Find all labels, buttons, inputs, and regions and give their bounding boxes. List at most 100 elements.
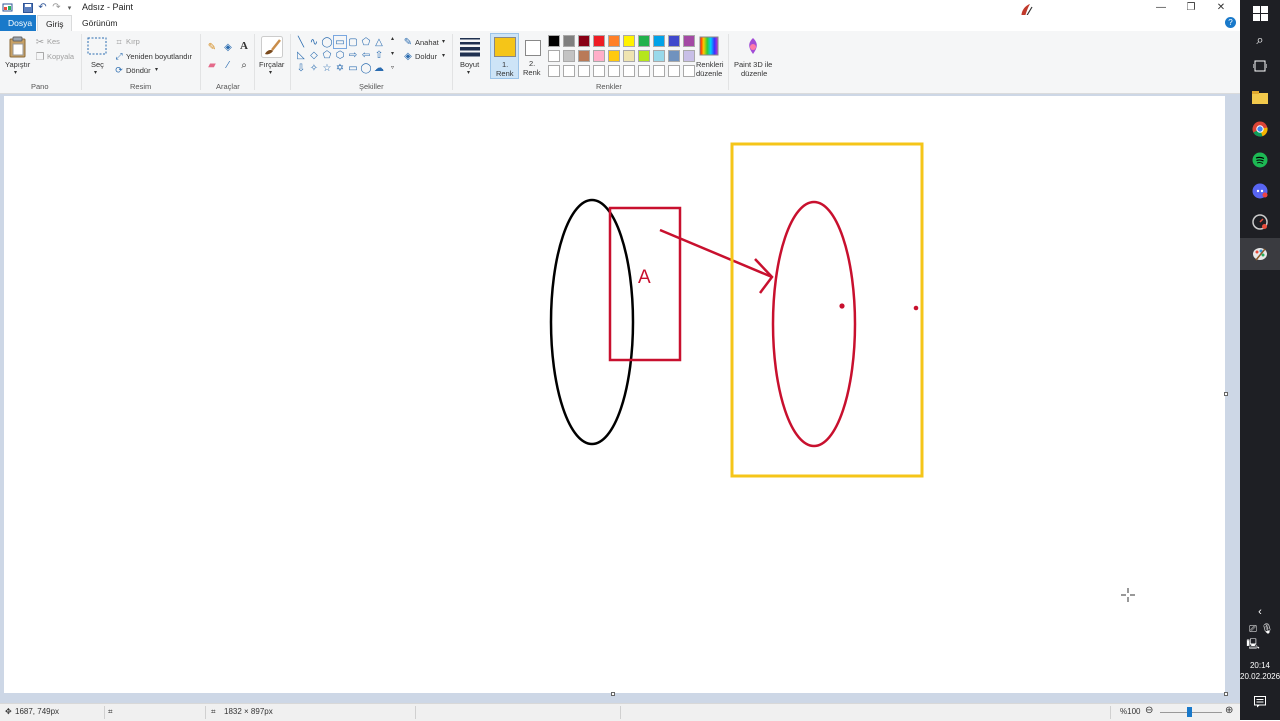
size-button-label[interactable]: Boyut <box>460 60 479 69</box>
shapes-scroll-up-icon[interactable]: ▴ <box>391 35 394 42</box>
rotate-icon[interactable]: ⟳ <box>113 64 125 76</box>
select-button-label[interactable]: Seç <box>91 60 104 69</box>
network-icon[interactable]: 🖳 <box>1243 635 1263 655</box>
palette-color-swatch[interactable] <box>578 50 590 62</box>
windows-start-icon[interactable] <box>1250 3 1270 23</box>
palette-color-swatch[interactable] <box>563 65 575 77</box>
save-icon[interactable] <box>22 2 33 13</box>
palette-color-swatch[interactable] <box>683 65 695 77</box>
palette-color-swatch[interactable] <box>638 50 650 62</box>
palette-color-swatch[interactable] <box>608 50 620 62</box>
chrome-icon[interactable] <box>1250 119 1270 139</box>
right-arrow-shape-icon[interactable]: ⇨ <box>347 49 359 61</box>
resize-icon[interactable]: ⤢ <box>113 50 125 62</box>
palette-color-swatch[interactable] <box>578 35 590 47</box>
oval-shape-icon[interactable]: ◯ <box>321 36 333 48</box>
palette-color-swatch[interactable] <box>593 35 605 47</box>
resize-handle-corner[interactable] <box>1224 692 1228 696</box>
line-shape-icon[interactable]: ╲ <box>295 36 307 48</box>
help-icon[interactable]: ? <box>1225 17 1236 28</box>
drawing-canvas[interactable]: A <box>4 96 1225 693</box>
size-icon[interactable] <box>459 37 481 57</box>
rotate-dropdown-icon[interactable]: ▾ <box>155 66 158 73</box>
shapes-expand-icon[interactable]: ▿ <box>391 64 394 71</box>
restore-button[interactable]: ❐ <box>1176 0 1206 15</box>
paste-dropdown-icon[interactable]: ▾ <box>14 69 17 76</box>
palette-color-swatch[interactable] <box>593 65 605 77</box>
brushes-dropdown-icon[interactable]: ▾ <box>269 69 272 76</box>
undo-icon[interactable]: ↶ <box>37 2 48 13</box>
four-point-star-shape-icon[interactable]: ✧ <box>308 62 320 74</box>
color-picker-icon[interactable]: ⁄ <box>222 59 234 71</box>
customize-dropdown-icon[interactable]: ▾ <box>64 2 75 13</box>
redo-icon[interactable]: ↷ <box>51 2 62 13</box>
outline-button-label[interactable]: Anahat <box>415 38 439 47</box>
palette-color-swatch[interactable] <box>653 35 665 47</box>
fill-button-label[interactable]: Doldur <box>415 52 437 61</box>
paste-icon[interactable] <box>8 36 28 58</box>
fill-bucket-icon[interactable]: ◈ <box>222 41 234 53</box>
magnifier-icon[interactable]: ⌕ <box>238 59 250 71</box>
six-point-star-shape-icon[interactable]: ✡ <box>334 62 346 74</box>
shapes-scroll-down-icon[interactable]: ▾ <box>391 50 394 57</box>
brushes-button-label[interactable]: Fırçalar <box>259 60 284 69</box>
crop-button-label[interactable]: Kırp <box>126 37 140 46</box>
resize-handle-right[interactable] <box>1224 392 1228 396</box>
file-explorer-icon[interactable] <box>1250 88 1270 108</box>
palette-color-swatch[interactable] <box>623 50 635 62</box>
discord-icon[interactable] <box>1250 181 1270 201</box>
polygon-shape-icon[interactable]: ⬠ <box>360 36 372 48</box>
palette-color-swatch[interactable] <box>563 35 575 47</box>
palette-color-swatch[interactable] <box>653 50 665 62</box>
cut-icon[interactable]: ✂ <box>34 36 46 48</box>
palette-color-swatch[interactable] <box>638 35 650 47</box>
palette-color-swatch[interactable] <box>653 65 665 77</box>
color2-button[interactable]: 2. Renk <box>521 33 545 79</box>
palette-color-swatch[interactable] <box>668 65 680 77</box>
palette-color-swatch[interactable] <box>668 35 680 47</box>
cloud-callout-shape-icon[interactable]: ☁ <box>373 62 385 74</box>
pentagon-shape-icon[interactable]: ⬠ <box>321 49 333 61</box>
diamond-shape-icon[interactable]: ◇ <box>308 49 320 61</box>
outline-icon[interactable]: ✎ <box>402 36 414 48</box>
palette-color-swatch[interactable] <box>578 65 590 77</box>
select-dropdown-icon[interactable]: ▾ <box>94 69 97 76</box>
tab-home[interactable]: Giriş <box>37 15 73 32</box>
color1-button[interactable]: 1. Renk <box>490 33 519 79</box>
resize-button-label[interactable]: Yeniden boyutlandır <box>126 52 192 61</box>
text-tool-icon[interactable]: A <box>238 40 250 52</box>
palette-color-swatch[interactable] <box>548 35 560 47</box>
zoom-in-icon[interactable]: ⊕ <box>1225 705 1233 716</box>
fill-dropdown-icon[interactable]: ▾ <box>442 52 445 59</box>
search-icon[interactable]: ⌕ <box>1250 30 1270 50</box>
palette-color-swatch[interactable] <box>623 35 635 47</box>
outline-dropdown-icon[interactable]: ▾ <box>442 38 445 45</box>
copy-icon[interactable]: ❐ <box>34 51 46 63</box>
tab-file[interactable]: Dosya <box>0 15 36 31</box>
rectangle-shape-icon[interactable]: ▭ <box>333 35 347 49</box>
right-triangle-shape-icon[interactable]: ◺ <box>295 49 307 61</box>
rotate-button-label[interactable]: Döndür <box>126 66 151 75</box>
cut-button-label[interactable]: Kes <box>47 37 60 46</box>
curve-shape-icon[interactable]: ∿ <box>308 36 320 48</box>
left-arrow-shape-icon[interactable]: ⇦ <box>360 49 372 61</box>
brushes-icon[interactable] <box>261 36 283 58</box>
palette-color-swatch[interactable] <box>563 50 575 62</box>
palette-color-swatch[interactable] <box>593 50 605 62</box>
triangle-shape-icon[interactable]: △ <box>373 36 385 48</box>
notifications-icon[interactable] <box>1250 692 1270 712</box>
eraser-icon[interactable]: ▰ <box>206 59 218 71</box>
clock-date[interactable]: 20.02.2026 <box>1240 672 1280 681</box>
oval-callout-shape-icon[interactable]: ◯ <box>360 62 372 74</box>
zoom-slider-thumb[interactable] <box>1187 707 1192 717</box>
palette-color-swatch[interactable] <box>548 50 560 62</box>
palette-color-swatch[interactable] <box>683 35 695 47</box>
close-button[interactable]: ✕ <box>1206 0 1236 15</box>
rect-callout-shape-icon[interactable]: ▭ <box>347 62 359 74</box>
size-dropdown-icon[interactable]: ▾ <box>467 69 470 76</box>
palette-color-swatch[interactable] <box>623 65 635 77</box>
paint-taskbar-icon[interactable] <box>1250 244 1270 264</box>
palette-color-swatch[interactable] <box>638 65 650 77</box>
paste-button-label[interactable]: Yapıştır <box>5 60 30 69</box>
zoom-out-icon[interactable]: ⊖ <box>1145 705 1153 716</box>
